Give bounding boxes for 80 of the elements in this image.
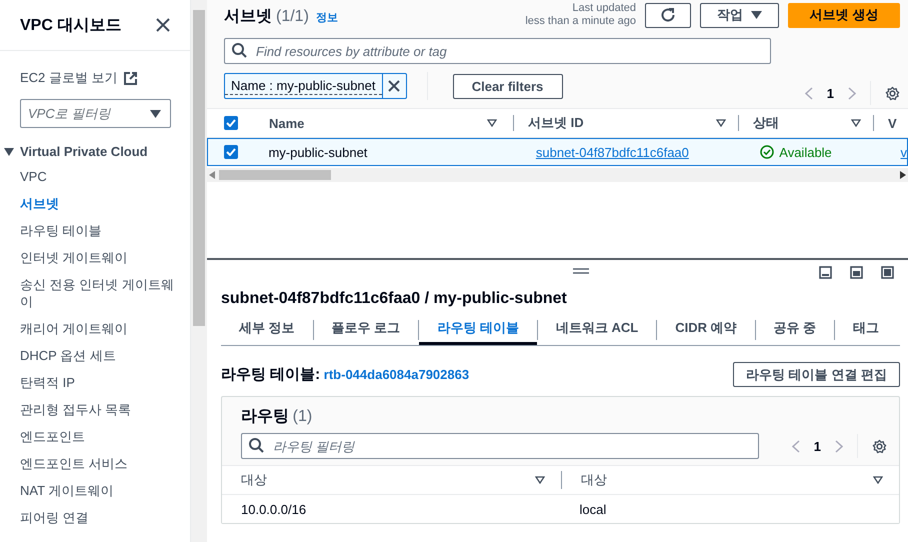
count: (1) xyxy=(292,408,312,425)
column-header[interactable]: Name xyxy=(269,116,304,130)
vpc-link[interactable]: v xyxy=(900,144,907,160)
search-field[interactable]: Find resources by attribute or tag xyxy=(224,38,771,64)
search-field[interactable]: 라우팅 필터링 xyxy=(241,433,759,459)
panel-full-icon[interactable] xyxy=(881,266,894,279)
nav-item[interactable]: 서브넷 xyxy=(20,190,182,217)
column-header[interactable]: 대상 xyxy=(241,471,267,489)
nav-item[interactable]: NAT 게이트웨이 xyxy=(20,477,182,504)
horizontal-scrollbar[interactable] xyxy=(207,168,908,182)
close-icon[interactable] xyxy=(156,18,170,32)
row-checkbox[interactable] xyxy=(224,145,238,159)
nav-item[interactable]: 엔드포인트 서비스 xyxy=(20,450,182,477)
table-cell: local xyxy=(580,502,606,516)
subnet-id-link[interactable]: subnet-04f87bdfc11c6faa0 xyxy=(536,144,689,160)
actions-button[interactable]: 작업 xyxy=(700,2,779,28)
select-all-checkbox[interactable] xyxy=(224,116,238,130)
page-title: 서브넷 xyxy=(224,7,272,27)
page-number[interactable]: 1 xyxy=(814,438,821,454)
status-text: Available xyxy=(779,144,832,160)
nav-item[interactable]: 캐리어 게이트웨이 xyxy=(20,315,182,342)
nav-item[interactable]: 피어링 연결 xyxy=(20,504,182,531)
column-header[interactable]: 서브넷 ID xyxy=(528,114,584,132)
refresh-button[interactable] xyxy=(645,2,691,28)
scrollbar[interactable] xyxy=(191,0,207,542)
tab[interactable]: 세부 정보 xyxy=(221,314,313,345)
panel-bottom-icon[interactable] xyxy=(819,266,832,279)
settings-icon[interactable] xyxy=(872,438,887,454)
tab[interactable]: 플로우 로그 xyxy=(314,314,418,345)
edit-association-button[interactable]: 라우팅 테이블 연결 편집 xyxy=(733,362,900,387)
table-row[interactable]: my-public-subnet subnet-04f87bdfc11c6faa0 Available v xyxy=(207,138,908,166)
sort-icon[interactable] xyxy=(873,476,883,484)
scroll-right-icon[interactable] xyxy=(900,171,906,179)
count: (1/1) xyxy=(276,8,309,26)
external-link-icon xyxy=(124,72,137,84)
nav-item[interactable]: 엔드포인트 xyxy=(20,423,182,450)
sort-icon[interactable] xyxy=(535,476,545,484)
global-view-link[interactable]: EC2 글로벌 보기 xyxy=(20,69,118,87)
caret-icon xyxy=(150,110,161,118)
caret-icon xyxy=(4,148,14,156)
info-link[interactable]: 정보 xyxy=(316,10,338,25)
sort-icon[interactable] xyxy=(851,119,861,127)
section-header[interactable]: Virtual Private Cloud xyxy=(4,144,190,159)
vpc-filter-select[interactable]: VPC로 필터링 xyxy=(20,99,171,128)
column-header[interactable]: 상태 xyxy=(753,114,779,132)
table-cell: my-public-subnet xyxy=(268,144,368,160)
create-subnet-button[interactable]: 서브넷 생성 xyxy=(788,2,900,28)
drag-handle-icon[interactable] xyxy=(572,268,588,274)
sort-icon[interactable] xyxy=(716,119,726,127)
tab[interactable]: 네트워크 ACL xyxy=(538,314,656,345)
tab[interactable]: 라우팅 테이블 xyxy=(419,314,537,345)
column-header[interactable]: 대상 xyxy=(581,471,607,489)
sort-icon[interactable] xyxy=(487,119,497,127)
table-cell: 10.0.0.0/16 xyxy=(241,502,306,516)
success-icon xyxy=(760,145,774,159)
caret-icon xyxy=(751,11,762,19)
close-icon xyxy=(388,80,400,92)
nav-item[interactable]: DHCP 옵션 세트 xyxy=(20,342,182,369)
column-header[interactable]: V xyxy=(888,116,897,130)
nav-item[interactable]: 라우팅 테이블 xyxy=(20,217,182,244)
nav-item[interactable]: VPC xyxy=(20,163,182,190)
last-updated-text: Last updated less than a minute ago xyxy=(525,2,636,28)
settings-icon[interactable] xyxy=(885,86,900,100)
nav-item[interactable]: 송신 전용 인터넷 게이트웨이 xyxy=(20,271,182,315)
scroll-left-icon[interactable] xyxy=(209,171,215,179)
refresh-icon xyxy=(660,7,676,23)
nav-item[interactable]: 탄력적 IP xyxy=(20,369,182,396)
route-table-label: 라우팅 테이블: xyxy=(221,366,320,383)
tab[interactable]: 태그 xyxy=(835,314,898,345)
details-title: subnet-04f87bdfc11c6faa0 / my-public-subnet xyxy=(221,290,568,308)
tab[interactable]: 공유 중 xyxy=(756,314,834,345)
page-number[interactable]: 1 xyxy=(826,86,834,100)
tab[interactable]: CIDR 예약 xyxy=(657,314,755,345)
panel-half-icon[interactable] xyxy=(850,266,863,279)
clear-filters-button[interactable]: Clear filters xyxy=(452,74,562,98)
sidebar-title: VPC 대시보드 xyxy=(20,16,122,36)
nav-item[interactable]: 관리형 접두사 목록 xyxy=(20,396,182,423)
route-table-link[interactable]: rtb-044da6084a7902863 xyxy=(324,367,470,382)
nav-item[interactable]: 인터넷 게이트웨이 xyxy=(20,244,182,271)
routes-title: 라우팅 xyxy=(241,408,289,425)
